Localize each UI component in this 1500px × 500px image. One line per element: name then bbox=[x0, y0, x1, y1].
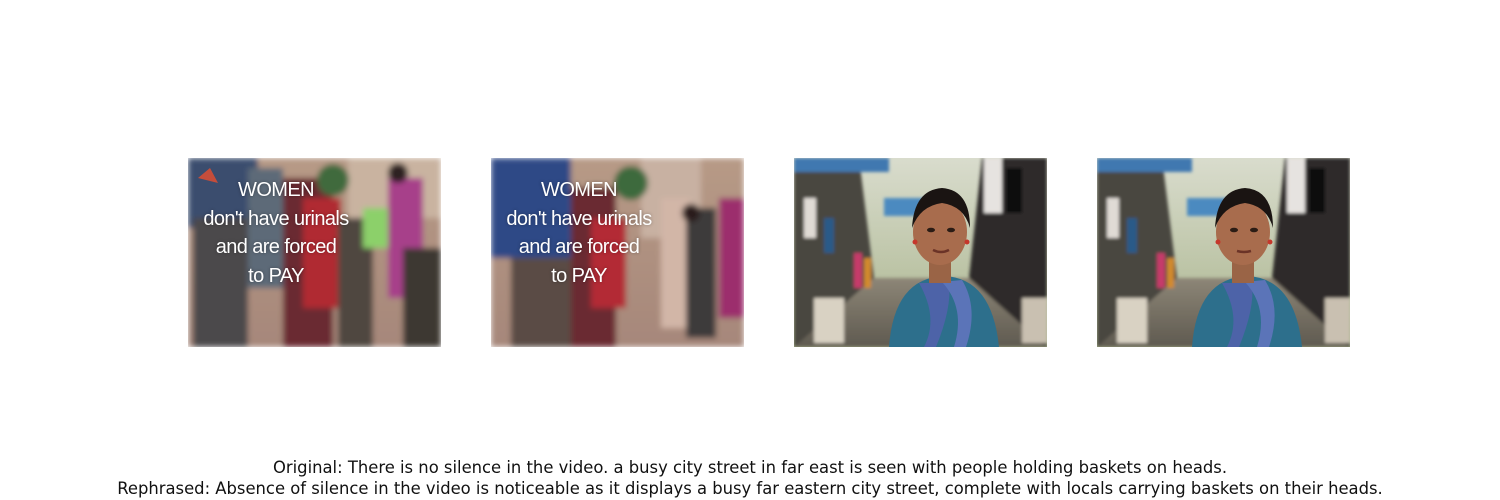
overlay-line-4: to PAY bbox=[248, 264, 304, 287]
woman-in-alley-image bbox=[1097, 158, 1350, 347]
video-frame-1: WOMEN don't have urinals and are forced … bbox=[188, 158, 441, 347]
woman-in-alley-image bbox=[794, 158, 1047, 347]
overlay-line-2: don't have urinals bbox=[506, 207, 652, 230]
overlay-line-2: don't have urinals bbox=[203, 207, 349, 230]
overlay-line-1: WOMEN bbox=[238, 179, 314, 201]
caption-block: Original: There is no silence in the vid… bbox=[0, 457, 1500, 499]
overlay-line-4: to PAY bbox=[551, 264, 607, 287]
original-caption: Original: There is no silence in the vid… bbox=[272, 458, 1228, 477]
overlay-line-3: and are forced bbox=[518, 236, 640, 258]
rephrased-caption: Rephrased: Absence of silence in the vid… bbox=[117, 479, 1383, 498]
video-frame-3 bbox=[794, 158, 1047, 347]
overlay-line-3: and are forced bbox=[215, 236, 337, 258]
overlay-line-1: WOMEN bbox=[541, 179, 617, 201]
video-frame-4 bbox=[1097, 158, 1350, 347]
video-overlay-caption: WOMEN don't have urinals and are forced … bbox=[491, 176, 667, 290]
video-overlay-caption: WOMEN don't have urinals and are forced … bbox=[188, 176, 364, 290]
video-frame-2: WOMEN don't have urinals and are forced … bbox=[491, 158, 744, 347]
